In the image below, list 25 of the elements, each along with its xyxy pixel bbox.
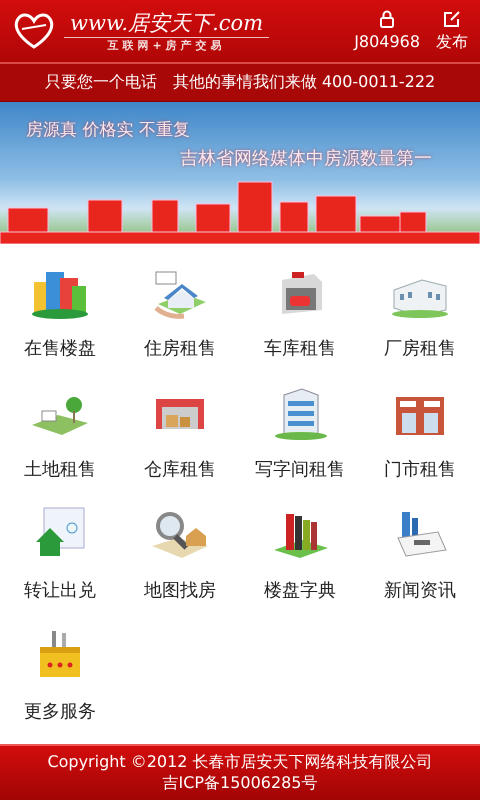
service-tile[interactable]: 门市租售 bbox=[360, 381, 480, 502]
service-tile[interactable]: 厂房租售 bbox=[360, 260, 480, 382]
service-tile[interactable]: 土地租售 bbox=[0, 381, 120, 502]
banner-subline: 吉林省网络媒体中房源数量第一 bbox=[180, 147, 432, 170]
service-tile[interactable]: 楼盘字典 bbox=[240, 502, 360, 624]
copyright-text: Copyright ©2012 长春市居安天下网络科技有限公司 bbox=[47, 752, 433, 774]
service-tile[interactable]: 写字间租售 bbox=[240, 381, 360, 502]
slogan-bar: 只要您一个电话 其他的事情我们来做 400-0011-222 bbox=[0, 64, 480, 102]
service-tile[interactable]: 新闻资讯 bbox=[360, 502, 480, 624]
edit-icon bbox=[443, 10, 461, 28]
service-tile[interactable]: 住房租售 bbox=[120, 260, 240, 382]
service-tile[interactable]: 地图找房 bbox=[120, 502, 240, 624]
publish-button[interactable]: 发布 bbox=[436, 10, 468, 53]
heart-logo-icon bbox=[12, 11, 56, 52]
service-tile[interactable]: 在售楼盘 bbox=[0, 260, 120, 382]
service-tile[interactable]: 车库租售 bbox=[240, 260, 360, 382]
account-button[interactable]: J804968 bbox=[354, 10, 420, 53]
logo-tagline: 互联网+房产交易 bbox=[107, 38, 226, 54]
service-tile[interactable]: 仓库租售 bbox=[120, 381, 240, 502]
banner-headline: 房源真 价格实 不重复 bbox=[26, 119, 190, 142]
service-tile[interactable]: 转让出兑 bbox=[0, 502, 120, 624]
service-tile[interactable]: 更多服务 bbox=[0, 623, 120, 744]
icp-text: 吉ICP备15006285号 bbox=[162, 773, 318, 794]
lock-icon bbox=[378, 10, 396, 28]
logo-domain: www.居安天下.com bbox=[64, 9, 270, 38]
